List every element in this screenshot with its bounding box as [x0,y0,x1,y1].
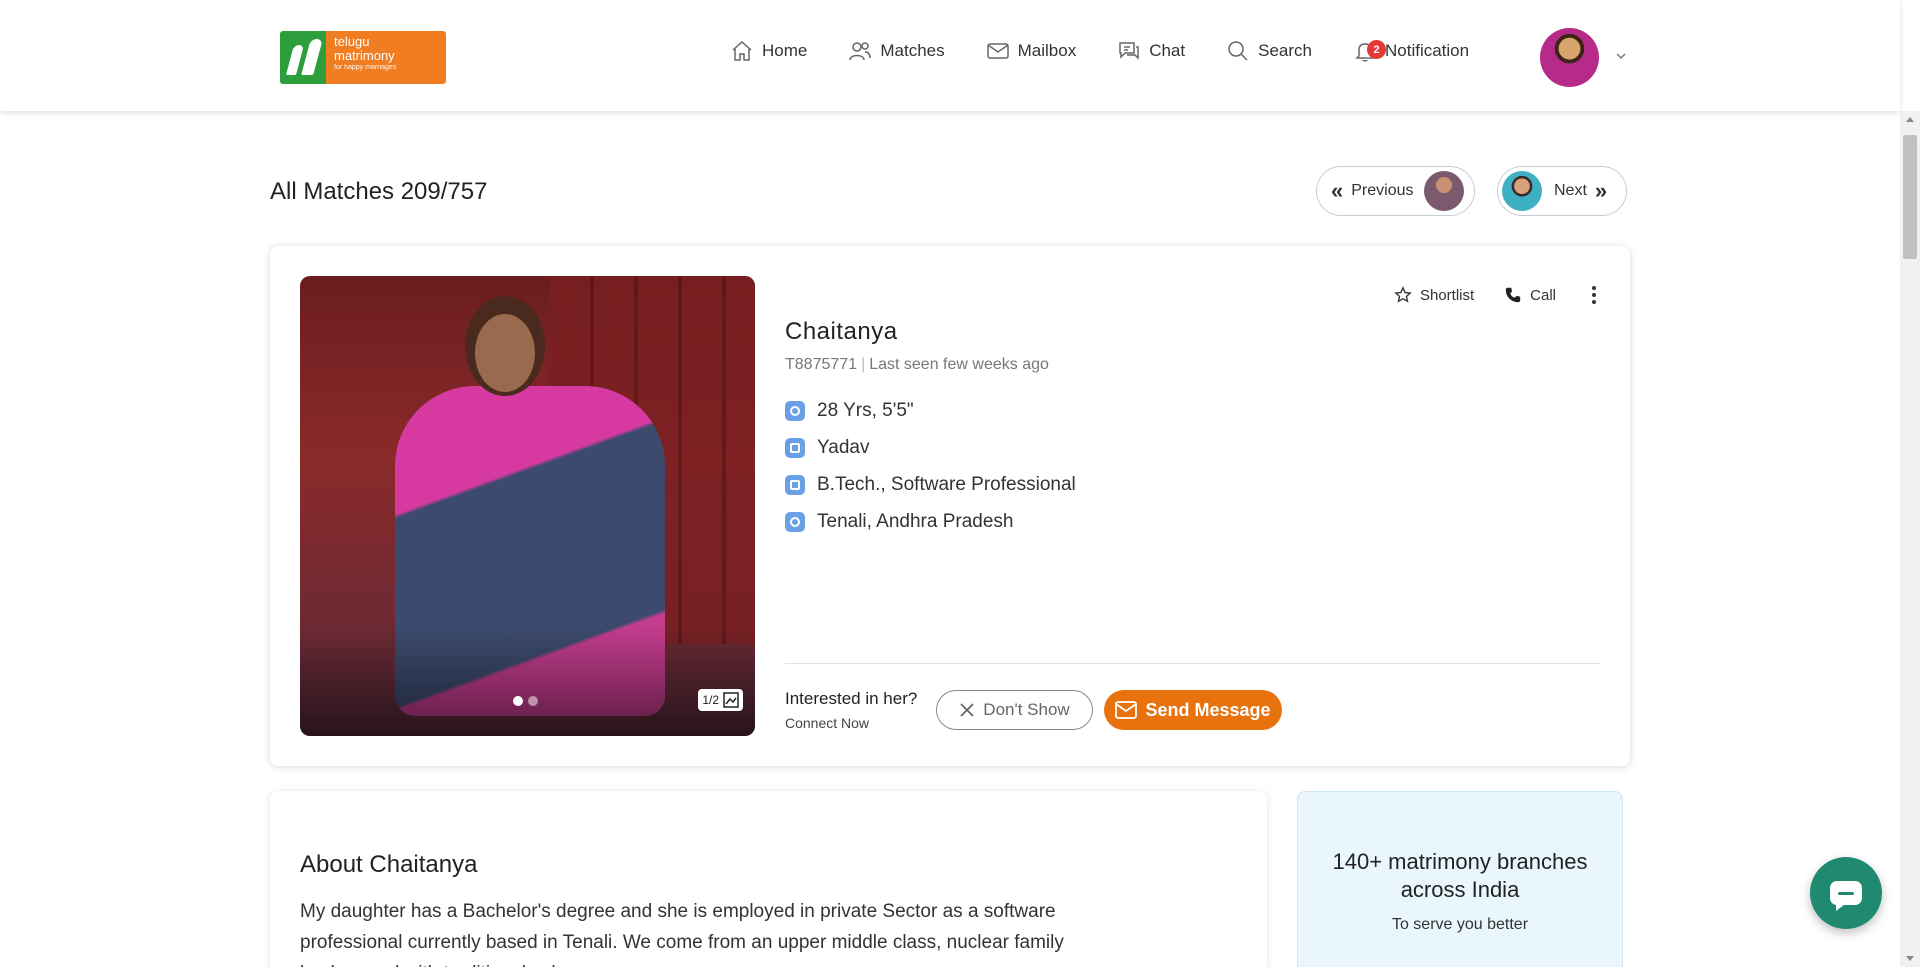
nav-home[interactable]: Home [730,39,807,63]
next-profile-button[interactable]: Next » [1497,166,1627,216]
nav-notification-label: Notification [1385,41,1470,60]
branches-title: 140+ matrimony branches across India [1332,849,1588,902]
previous-profile-thumbnail [1423,171,1464,211]
mail-icon [986,43,1009,59]
call-button[interactable]: Call [1504,286,1556,304]
profile-card: 1/2 Shortlist Call Chaitanya T8875771 | La… [270,246,1630,766]
previous-profile-button[interactable]: « Previous [1316,166,1475,216]
send-message-button[interactable]: Send Message [1104,690,1282,730]
chat-icon [1119,42,1139,60]
card-divider [785,663,1600,664]
profile-name: Chaitanya [785,318,898,345]
nav-mailbox[interactable]: Mailbox [986,39,1077,63]
previous-label: Previous [1351,182,1414,199]
profile-info-list: 28 Yrs, 5'5" Yadav B.Tech., Software Pro… [785,392,1076,540]
search-icon [1228,41,1248,61]
about-title: About Chaitanya [300,851,478,878]
interest-subtext: Connect Now [785,715,870,731]
nav-search[interactable]: Search [1226,39,1312,63]
scroll-thumb[interactable] [1903,135,1917,259]
last-seen: Last seen few weeks ago [869,356,1049,373]
interest-question: Interested in her? [785,689,918,708]
photo-counter[interactable]: 1/2 [698,689,743,711]
logo-tagline: for happy marriages [334,64,397,72]
logo-line1: telugu [334,34,370,49]
info-education: B.Tech., Software Professional [785,466,1076,503]
nav-matches[interactable]: Matches [848,39,945,63]
carousel-dot[interactable] [528,696,538,706]
phone-icon [1505,287,1521,303]
chevron-down-icon[interactable] [1615,50,1627,62]
photo-counter-text: 1/2 [702,693,719,707]
chat-bubble-icon [1830,881,1862,911]
profile-photo[interactable]: 1/2 [300,276,755,736]
logo-text: telugu matrimony for happy marriages [326,31,446,84]
logo-figure-icon [280,31,326,84]
dont-show-label: Don't Show [983,700,1070,719]
scroll-down-arrow-icon[interactable] [1906,956,1914,961]
dont-show-button[interactable]: Don't Show [936,690,1093,730]
logo-line2: matrimony [334,47,395,63]
profile-actions: Shortlist Call [1394,286,1602,304]
star-icon [1394,286,1412,303]
info-location: Tenali, Andhra Pradesh [785,503,1076,540]
nav-home-label: Home [762,41,808,60]
next-label: Next [1554,182,1587,199]
photo-carousel-dots[interactable] [513,696,538,706]
page-scrollbar[interactable] [1900,111,1920,967]
mail-icon [1115,701,1138,719]
briefcase-icon [785,474,805,495]
more-options-icon[interactable] [1586,286,1602,304]
user-avatar[interactable] [1540,28,1599,87]
book-icon [785,437,805,458]
location-pin-icon [785,511,805,532]
gallery-icon [723,692,739,708]
call-label: Call [1530,286,1556,304]
top-header: telugu matrimony for happy marriages Hom… [0,0,1900,111]
main-nav: Home Matches Mailbox Chat Search 2 Notif… [730,36,1510,66]
double-chevron-right-icon: » [1594,178,1608,203]
nav-matches-label: Matches [880,41,945,60]
send-message-label: Send Message [1145,699,1271,720]
page-title: All Matches 209/757 [270,178,488,205]
shortlist-label: Shortlist [1419,286,1475,304]
notification-count-badge: 2 [1367,40,1386,59]
carousel-dot[interactable] [513,696,523,706]
interest-prompt: Interested in her? Connect Now [785,689,917,731]
next-profile-thumbnail [1502,171,1542,211]
branches-subtitle: To serve you better [1391,916,1529,933]
nav-chat[interactable]: Chat [1117,39,1185,63]
branches-banner[interactable]: 140+ matrimony branches across India To … [1297,791,1623,967]
nav-search-label: Search [1258,41,1312,60]
users-icon [849,42,872,61]
nav-notification[interactable]: 2 Notification [1353,39,1469,63]
chat-support-button[interactable] [1810,857,1882,929]
home-icon [732,40,752,61]
scroll-up-arrow-icon[interactable] [1906,117,1914,122]
nav-mailbox-label: Mailbox [1017,41,1077,60]
shortlist-button[interactable]: Shortlist [1394,286,1474,304]
profile-id: T8875771 [785,356,858,373]
profile-meta: T8875771 | Last seen few weeks ago [785,356,1049,373]
age-icon [785,400,805,421]
info-age-height: 28 Yrs, 5'5" [785,392,1076,429]
nav-chat-label: Chat [1149,41,1186,60]
info-caste: Yadav [785,429,1076,466]
double-chevron-left-icon: « [1331,178,1344,203]
about-text: My daughter has a Bachelor's degree and … [300,901,1064,967]
about-section: About Chaitanya My daughter has a Bachel… [270,791,1267,967]
telugu-matrimony-logo[interactable]: telugu matrimony for happy marriages [280,31,446,84]
close-icon [960,703,974,717]
